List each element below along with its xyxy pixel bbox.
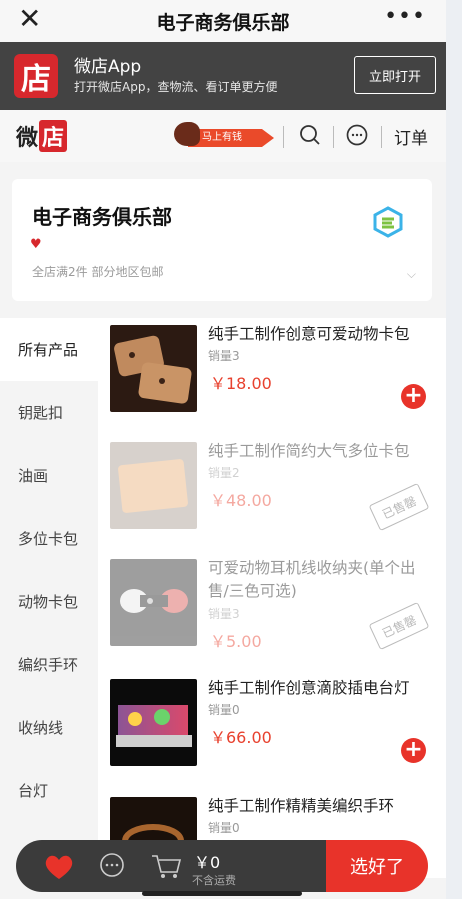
product-price: ￥18.00 — [210, 374, 272, 393]
product-title: 纯手工制作创意可爱动物卡包 — [208, 325, 410, 343]
shipping-note: 不含运费 — [192, 874, 236, 887]
product-title: 可爱动物耳机线收纳夹(单个出售/三色可选) — [208, 559, 416, 600]
product-sales: 销量2 — [208, 466, 240, 480]
store-logo-icon — [373, 206, 403, 238]
product-price: ￥66.00 — [210, 728, 272, 747]
shop-header: 微店 马上有钱 订单 — [0, 110, 446, 162]
search-icon[interactable] — [298, 123, 322, 151]
close-icon[interactable]: ✕ — [18, 4, 41, 34]
open-app-button[interactable]: 立即打开 — [354, 56, 436, 94]
product-image[interactable] — [110, 559, 197, 646]
product-image[interactable] — [110, 679, 197, 766]
add-to-cart-button[interactable]: + — [401, 738, 426, 763]
page-title: 电子商务俱乐部 — [156, 11, 290, 34]
promo-banner[interactable]: 马上有钱 — [170, 122, 274, 150]
favorite-heart-icon[interactable] — [44, 854, 74, 880]
sold-out-stamp: 已售罄 — [368, 601, 430, 651]
promo-label: 马上有钱 — [188, 129, 274, 147]
product-sales: 销量3 — [208, 607, 240, 621]
orders-link[interactable]: 订单 — [394, 124, 428, 149]
cart-icon[interactable] — [150, 852, 182, 880]
product-image[interactable] — [110, 442, 197, 529]
product-item[interactable]: 纯手工制作创意滴胶插电台灯 销量0 ￥66.00 + — [98, 672, 446, 790]
more-icon[interactable]: ••• — [384, 6, 426, 28]
category-item[interactable]: 收纳线 — [0, 696, 98, 759]
product-title: 纯手工制作创意滴胶插电台灯 — [208, 679, 410, 697]
chat-icon[interactable] — [98, 853, 126, 879]
category-sidebar: 所有产品 钥匙扣 油画 多位卡包 动物卡包 编织手环 收纳线 台灯 — [0, 318, 98, 878]
product-sales: 销量0 — [208, 703, 240, 717]
category-item[interactable]: 编织手环 — [0, 633, 98, 696]
chevron-down-icon[interactable]: ⌵ — [407, 267, 416, 282]
product-price: ￥48.00 — [210, 491, 272, 510]
right-gutter — [446, 0, 462, 899]
product-item[interactable]: 可爱动物耳机线收纳夹(单个出售/三色可选) 销量3 ￥5.00 已售罄 — [98, 552, 446, 672]
app-download-banner: 店 微店App 打开微店App，查物流、看订单更方便 立即打开 — [0, 42, 446, 110]
store-info-card[interactable]: 电子商务俱乐部 ♥ 全店满2件 部分地区包邮 ⌵ — [12, 179, 432, 301]
product-item[interactable]: 纯手工制作创意可爱动物卡包 销量3 ￥18.00 + — [98, 318, 446, 435]
product-sales: 销量0 — [208, 821, 240, 835]
product-item[interactable]: 纯手工制作简约大气多位卡包 销量2 ￥48.00 已售罄 — [98, 435, 446, 552]
add-to-cart-button[interactable]: + — [401, 384, 426, 409]
app-name: 微店App — [74, 57, 142, 77]
cart-total: ￥0 — [194, 853, 221, 872]
chat-icon[interactable] — [345, 123, 369, 151]
category-item[interactable]: 油画 — [0, 444, 98, 507]
category-item[interactable]: 所有产品 — [0, 318, 98, 381]
app-description: 打开微店App，查物流、看订单更方便 — [74, 80, 278, 94]
product-image[interactable] — [110, 325, 197, 412]
category-item[interactable]: 台灯 — [0, 759, 98, 822]
home-indicator — [142, 891, 302, 896]
app-banner-texts: 微店App 打开微店App，查物流、看订单更方便 — [74, 56, 277, 96]
category-item[interactable]: 钥匙扣 — [0, 381, 98, 444]
product-title: 纯手工制作精精美编织手环 — [208, 797, 395, 815]
product-list: 纯手工制作创意可爱动物卡包 销量3 ￥18.00 + 纯手工制作简约大气多位卡包… — [98, 318, 446, 878]
shipping-policy: 全店满2件 部分地区包邮 — [32, 265, 164, 279]
product-price: ￥5.00 — [210, 632, 262, 651]
heart-icon[interactable]: ♥ — [30, 237, 42, 252]
weidian-logo[interactable]: 微店 — [16, 120, 68, 152]
product-sales: 销量3 — [208, 349, 240, 363]
category-item[interactable]: 多位卡包 — [0, 507, 98, 570]
divider — [333, 126, 334, 148]
divider — [283, 126, 284, 148]
store-name: 电子商务俱乐部 — [32, 205, 172, 229]
checkout-button[interactable]: 选好了 — [326, 840, 428, 892]
app-logo-icon: 店 — [14, 54, 58, 98]
divider — [381, 126, 382, 148]
sold-out-stamp: 已售罄 — [368, 482, 430, 532]
horse-icon — [174, 122, 200, 146]
top-nav-bar: ✕ 电子商务俱乐部 ••• — [0, 0, 446, 42]
weidian-logo-text: 微 — [16, 126, 39, 151]
cart-summary: ￥0 不含运费 — [16, 840, 326, 892]
product-title: 纯手工制作简约大气多位卡包 — [208, 442, 410, 460]
cart-bar: ￥0 不含运费 选好了 — [16, 840, 428, 892]
category-item[interactable]: 动物卡包 — [0, 570, 98, 633]
weidian-logo-red: 店 — [39, 120, 68, 152]
